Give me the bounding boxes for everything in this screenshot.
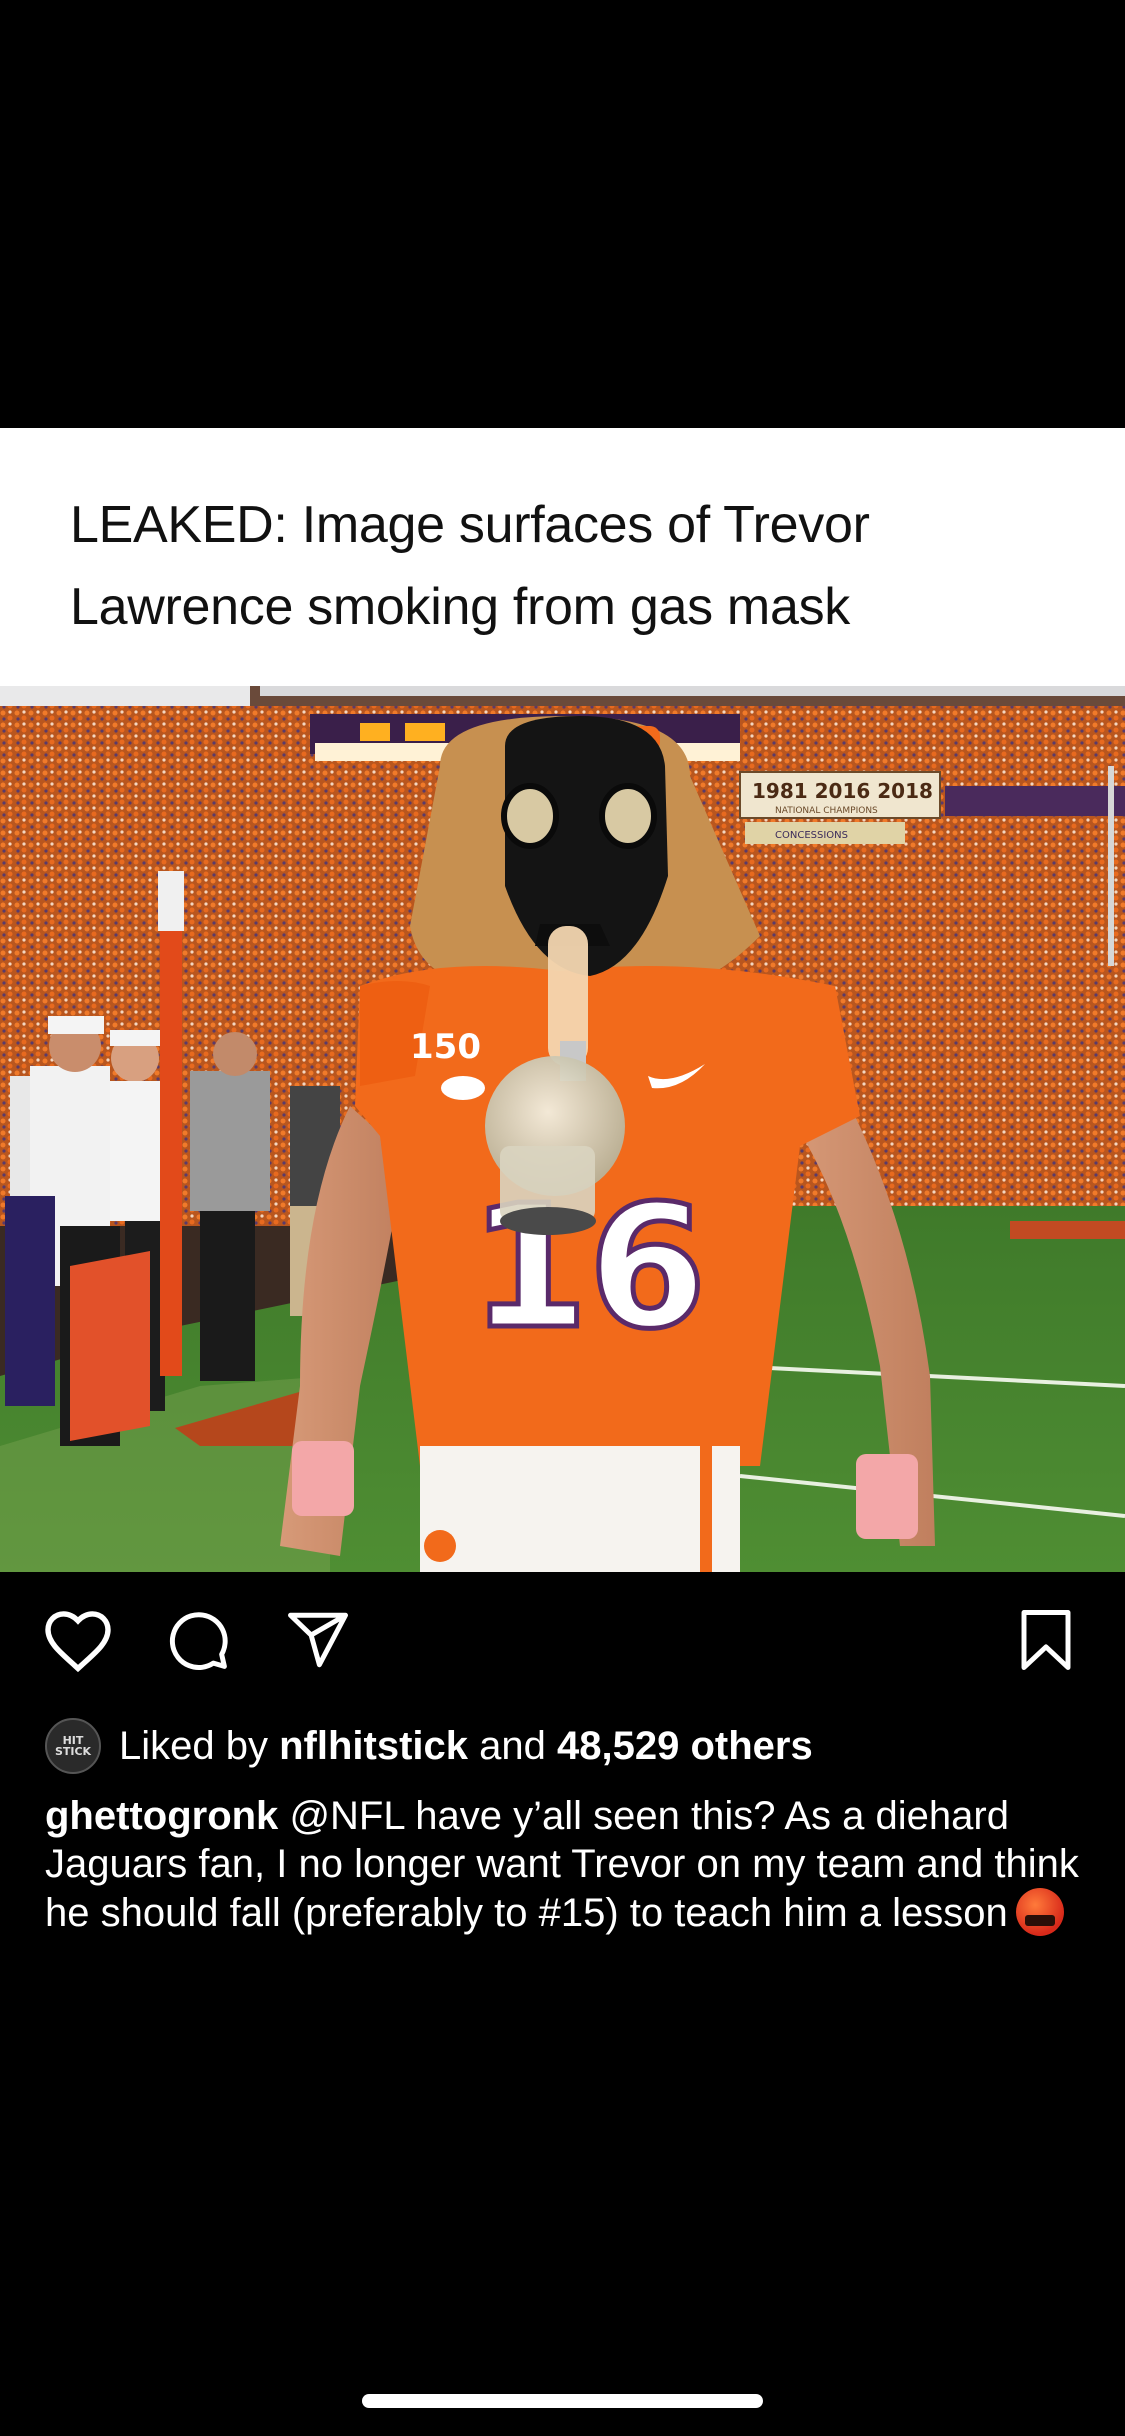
liked-by-label: Liked by <box>119 1723 268 1768</box>
paper-plane-icon[interactable] <box>278 1600 358 1680</box>
scoreboard-sub: NATIONAL CHAMPIONS <box>775 806 878 816</box>
heart-icon[interactable] <box>38 1600 118 1680</box>
comment-icon[interactable] <box>158 1600 238 1680</box>
scoreboard-years: 1981 2016 2018 <box>752 779 933 803</box>
top-black-area <box>0 0 1125 428</box>
post-actions <box>0 1600 1125 1690</box>
bookmark-icon[interactable] <box>1006 1600 1086 1680</box>
avatar[interactable]: HIT STICK <box>45 1718 101 1774</box>
home-indicator[interactable] <box>362 2394 763 2408</box>
avatar-text: HIT STICK <box>54 1734 92 1758</box>
first-liker-link[interactable]: nflhitstick <box>279 1724 468 1769</box>
likes-row: HIT STICK Liked by nflhitstick and 48,52… <box>45 1718 813 1774</box>
jersey-patch: 150 <box>410 1027 481 1067</box>
others-count-link[interactable]: 48,529 others <box>557 1724 813 1769</box>
post-photo[interactable]: 1981 2016 2018 NATIONAL CHAMPIONS CONCES… <box>0 686 1125 1572</box>
and-label: and <box>479 1723 546 1768</box>
post-caption: ghettogronk @NFL have y’all seen this? A… <box>45 1792 1085 1937</box>
headline-panel: LEAKED: Image surfaces of Trevor Lawrenc… <box>0 428 1125 686</box>
concessions-sign: CONCESSIONS <box>775 830 848 841</box>
caption-username[interactable]: ghettogronk <box>45 1794 278 1838</box>
face-with-symbols-emoji-icon <box>1015 1888 1064 1936</box>
post-headline: LEAKED: Image surfaces of Trevor Lawrenc… <box>70 496 870 636</box>
photo-illustration: 1981 2016 2018 NATIONAL CHAMPIONS CONCES… <box>0 686 1125 1572</box>
